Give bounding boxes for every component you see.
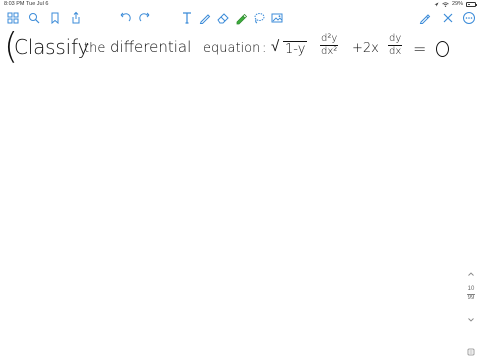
note-canvas[interactable]: ( Classify the differential equation : √… (0, 29, 462, 360)
hw-sqrt-symbol: √ (271, 37, 280, 55)
hw-word-the: the (84, 41, 106, 56)
search-icon[interactable] (27, 11, 41, 25)
hw-second-derivative: d²y dx² (320, 33, 339, 57)
location-icon (434, 2, 439, 7)
share-icon[interactable] (69, 11, 83, 25)
status-bar: 8:03 PM Tue Jul 6 29% (0, 0, 480, 9)
image-tool-icon[interactable] (270, 11, 284, 25)
hw-first-derivative: dy dx (388, 33, 403, 57)
page-current: 10 (467, 286, 475, 292)
battery-level (467, 3, 470, 6)
hw-word-differential: differential (110, 38, 192, 56)
close-icon[interactable] (441, 11, 455, 25)
hw-frac2-denominator: dx (388, 45, 403, 57)
status-right-group: 29% (434, 0, 477, 9)
hw-plus-2x: +2x (352, 41, 379, 56)
status-date: Tue Jul 6 (26, 1, 49, 7)
undo-icon[interactable] (118, 11, 132, 25)
page-scroller: 10 99 (462, 260, 480, 360)
hw-frac2-numerator: dy (389, 33, 402, 44)
lasso-tool-icon[interactable] (252, 11, 266, 25)
page-down-chevron-icon[interactable] (466, 312, 476, 322)
page-total: 99 (467, 295, 475, 301)
hw-radicand: 1-y (283, 41, 308, 57)
pen-tool-icon[interactable] (198, 11, 212, 25)
bookmark-icon[interactable] (48, 11, 62, 25)
hw-frac1-denominator: dx² (320, 45, 339, 57)
grid-icon[interactable] (6, 11, 20, 25)
more-icon[interactable] (462, 11, 476, 25)
text-tool-icon[interactable] (180, 11, 194, 25)
wifi-icon (442, 2, 449, 7)
page-up-chevron-icon[interactable] (466, 266, 476, 276)
battery-icon (466, 2, 477, 7)
hw-zero (436, 41, 449, 57)
battery-percent: 29% (451, 1, 463, 7)
page-overview-icon[interactable] (466, 344, 476, 356)
redo-icon[interactable] (138, 11, 152, 25)
toolbar (0, 9, 480, 29)
hw-equals: = (413, 39, 427, 58)
hw-frac1-numerator: d²y (321, 33, 338, 44)
hw-word-equation: equation (203, 41, 261, 56)
hw-colon: : (262, 41, 267, 56)
hw-word-classify: Classify (14, 35, 90, 59)
edit-mode-icon[interactable] (418, 11, 432, 25)
eraser-tool-icon[interactable] (216, 11, 230, 25)
highlighter-tool-icon[interactable] (234, 11, 248, 25)
status-time: 8:03 PM (4, 1, 25, 7)
